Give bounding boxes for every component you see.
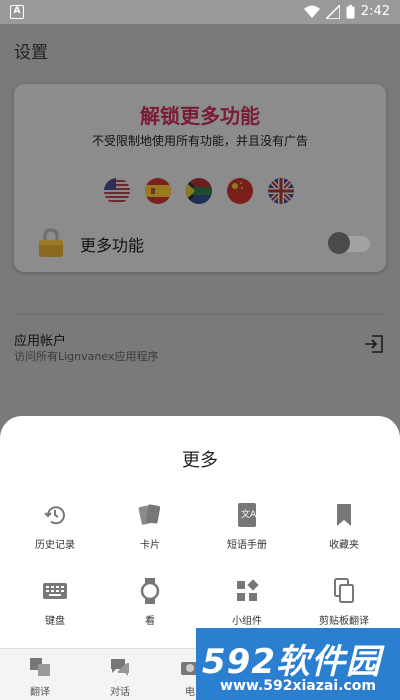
conversation-icon (111, 659, 129, 676)
keyboard-label: 键盘 (45, 616, 65, 627)
phrasebook-item[interactable]: 文A 短语手册 (197, 502, 297, 551)
nav-conversation-label: 对话 (110, 687, 130, 698)
cards-item[interactable]: 卡片 (100, 502, 200, 551)
unlock-promo-card[interactable]: 解锁更多功能 不受限制地使用所有功能，并且没有广告 更多功能 (14, 84, 386, 272)
status-time: 2:42 (360, 4, 390, 19)
phrasebook-label: 短语手册 (227, 540, 267, 551)
widgets-item[interactable]: 小组件 (197, 578, 297, 627)
widgets-label: 小组件 (232, 616, 262, 627)
za-flag-icon (186, 178, 212, 204)
uk-flag-icon (268, 178, 294, 204)
watermark-main-text: 592软件园 (202, 642, 381, 682)
status-icons: 2:42 (303, 4, 390, 19)
bookmarks-item[interactable]: 收藏夹 (294, 502, 394, 551)
page-title: 设置 (14, 43, 48, 63)
watch-label: 看 (145, 616, 155, 627)
bookmarks-label: 收藏夹 (329, 540, 359, 551)
status-bar: A 2:42 (0, 0, 400, 24)
promo-title: 解锁更多功能 (140, 104, 260, 128)
more-features-label: 更多功能 (80, 236, 145, 255)
nav-translate[interactable]: 翻译 (0, 657, 80, 698)
account-title[interactable]: 应用帐户 (14, 330, 66, 349)
wifi-icon (303, 5, 320, 18)
nav-conversation[interactable]: 对话 (80, 657, 160, 698)
history-label: 历史记录 (35, 540, 75, 551)
watch-item[interactable]: 看 (100, 578, 200, 627)
language-flags (104, 178, 294, 204)
site-watermark: 592软件园 www.592xiazai.com (196, 628, 400, 700)
promo-subtitle: 不受限制地使用所有功能，并且没有广告 (91, 134, 308, 148)
es-flag-icon (145, 178, 171, 204)
svg-text:文A: 文A (241, 508, 257, 520)
us-flag-icon (104, 178, 130, 204)
nav-translate-label: 翻译 (30, 687, 50, 698)
lock-icon (39, 228, 63, 257)
battery-icon (346, 4, 355, 18)
app-notification-icon: A (10, 5, 24, 19)
account-subtitle: 访问所有Lignvanex应用程序 (14, 350, 159, 363)
watermark-url: www.592xiazai.com (220, 678, 376, 694)
phrasebook-icon: 文A (238, 503, 257, 527)
more-features-toggle[interactable] (328, 232, 370, 254)
toggle-knob (328, 232, 350, 254)
login-icon[interactable] (364, 334, 384, 354)
sheet-title: 更多 (182, 450, 218, 471)
keyboard-icon (43, 583, 67, 599)
clipboard-icon (334, 578, 354, 603)
section-divider (14, 314, 386, 315)
clipboard-translate-label: 剪贴板翻译 (319, 616, 369, 627)
translate-icon (30, 658, 50, 676)
watch-icon (140, 578, 160, 604)
keyboard-item[interactable]: 键盘 (5, 578, 105, 627)
clipboard-translate-item[interactable]: 剪贴板翻译 (294, 578, 394, 627)
widgets-icon (237, 579, 259, 601)
cards-label: 卡片 (140, 540, 160, 551)
cards-icon (138, 504, 161, 525)
cn-flag-icon (227, 178, 253, 204)
bookmark-icon (337, 504, 351, 526)
signal-icon (325, 4, 340, 19)
history-icon (44, 506, 65, 525)
history-item[interactable]: 历史记录 (5, 502, 105, 551)
